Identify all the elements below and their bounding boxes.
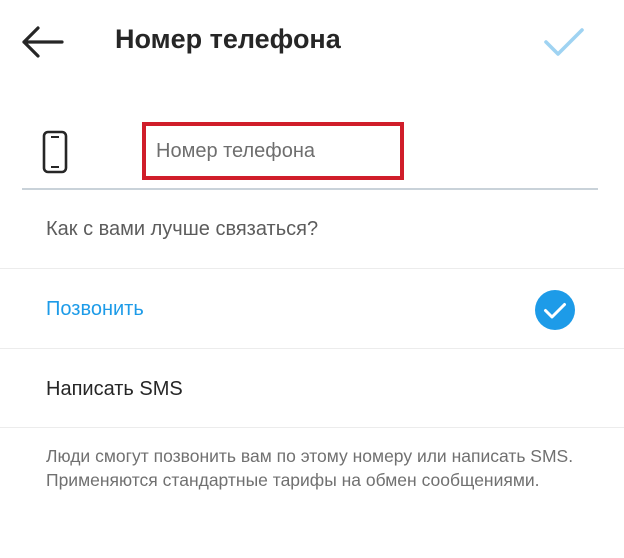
back-button[interactable] — [18, 22, 66, 62]
contact-method-question: Как с вами лучше связаться? — [46, 218, 319, 240]
divider — [0, 268, 624, 269]
smartphone-icon — [42, 130, 68, 174]
arrow-left-icon — [22, 26, 64, 58]
confirm-button[interactable] — [540, 20, 588, 64]
field-underline — [22, 188, 598, 190]
divider — [0, 427, 624, 428]
checkmark-icon — [544, 28, 584, 56]
top-bar: Номер телефона — [0, 0, 624, 86]
phone-number-field-row — [22, 112, 598, 190]
footnote-text: Люди смогут позвонить вам по этому номер… — [46, 446, 574, 490]
phone-number-input[interactable] — [142, 122, 404, 180]
divider — [0, 348, 624, 349]
page-title: Номер телефона — [115, 24, 341, 54]
selected-checkmark-icon — [535, 290, 575, 330]
option-call[interactable]: Позвонить — [0, 270, 624, 348]
option-sms[interactable]: Написать SMS — [0, 350, 624, 428]
option-sms-label: Написать SMS — [46, 378, 183, 400]
option-call-label: Позвонить — [46, 298, 144, 320]
